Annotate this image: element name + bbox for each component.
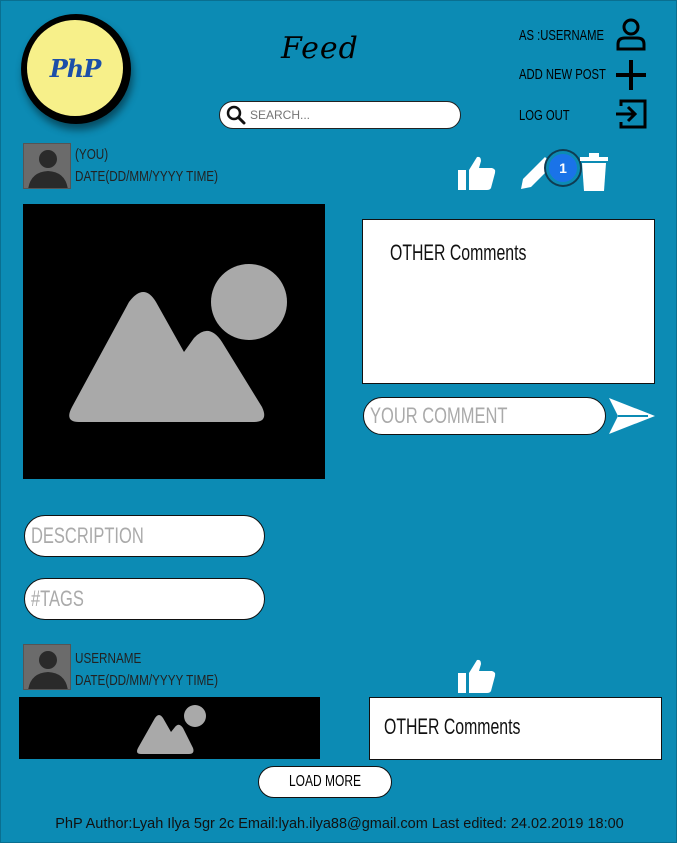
add-post-link[interactable]: ADD NEW POST bbox=[519, 56, 606, 92]
send-icon[interactable] bbox=[608, 397, 656, 435]
comments-box: OTHER Comments bbox=[369, 697, 662, 760]
other-comments-label: OTHER Comments bbox=[390, 240, 527, 265]
post-date: DATE(DD/MM/YYYY TIME) bbox=[75, 168, 219, 185]
logo-text: PhP bbox=[49, 53, 102, 83]
thumbs-up-icon[interactable] bbox=[457, 658, 497, 694]
logout-link[interactable]: LOG OUT bbox=[519, 97, 570, 133]
footer-text: PhP Author:Lyah Ilya 5gr 2c Email:lyah.i… bbox=[55, 816, 624, 832]
plus-icon[interactable] bbox=[613, 57, 649, 93]
comment-input[interactable] bbox=[370, 403, 547, 429]
user-icon[interactable] bbox=[613, 16, 649, 52]
tags-input-wrapper[interactable] bbox=[24, 578, 265, 620]
logo[interactable]: PhP bbox=[21, 14, 131, 124]
comments-box: OTHER Comments bbox=[362, 219, 655, 384]
user-silhouette-icon bbox=[24, 144, 70, 188]
page-title: Feed bbox=[281, 31, 359, 66]
thumbs-up-icon[interactable] bbox=[457, 155, 497, 191]
comment-input-wrapper[interactable] bbox=[363, 397, 606, 435]
image-placeholder-icon bbox=[136, 705, 206, 754]
post-date: DATE(DD/MM/YYYY TIME) bbox=[75, 672, 219, 689]
user-silhouette-icon bbox=[24, 645, 70, 689]
post-author: (YOU) bbox=[75, 146, 109, 163]
avatar bbox=[23, 644, 71, 690]
post-image[interactable] bbox=[23, 204, 325, 479]
search-bar[interactable] bbox=[219, 101, 461, 129]
logout-icon[interactable] bbox=[613, 96, 649, 132]
tags-input[interactable] bbox=[31, 586, 206, 612]
post-author: USERNAME bbox=[75, 650, 142, 667]
post-image[interactable] bbox=[19, 697, 320, 759]
description-input-wrapper[interactable] bbox=[24, 515, 265, 557]
search-input[interactable] bbox=[250, 108, 450, 122]
notification-badge: 1 bbox=[546, 151, 580, 185]
search-icon bbox=[226, 105, 246, 125]
other-comments-label: OTHER Comments bbox=[384, 714, 521, 739]
load-more-button[interactable]: LOAD MORE bbox=[258, 766, 392, 798]
logo-badge: PhP bbox=[27, 20, 123, 116]
image-placeholder-icon bbox=[69, 263, 287, 422]
avatar bbox=[23, 143, 71, 189]
load-more-label: LOAD MORE bbox=[288, 773, 361, 790]
description-input[interactable] bbox=[31, 523, 206, 549]
trash-icon[interactable] bbox=[579, 153, 609, 193]
username-label: AS :USERNAME bbox=[519, 26, 605, 44]
